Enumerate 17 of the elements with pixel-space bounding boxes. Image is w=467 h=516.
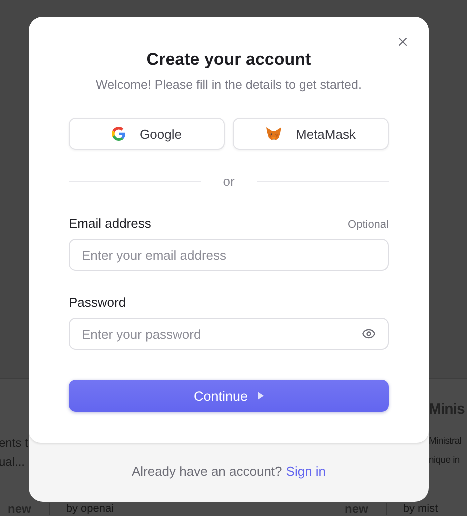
optional-hint: Optional bbox=[348, 219, 389, 231]
continue-button[interactable]: Continue bbox=[69, 380, 389, 412]
dialog-subtitle: Welcome! Please fill in the details to get started. bbox=[96, 78, 362, 92]
password-field[interactable]: Enter your password bbox=[69, 318, 389, 350]
google-logo-icon bbox=[112, 127, 126, 141]
dialog-title: Create your account bbox=[146, 50, 312, 70]
field-label: Email address bbox=[69, 216, 152, 231]
social-login-button[interactable]: MetaMask bbox=[233, 118, 389, 150]
social-login-button[interactable]: Google bbox=[69, 118, 225, 150]
sign-in-link[interactable]: Sign in bbox=[286, 464, 326, 479]
password-input[interactable]: Enter your password bbox=[82, 319, 362, 349]
play-icon bbox=[258, 392, 264, 400]
field-label: Password bbox=[69, 295, 126, 310]
fox-logo-icon bbox=[266, 127, 282, 141]
sign-in-prompt: Already have an account? bbox=[132, 464, 282, 479]
divider-label: or bbox=[223, 174, 235, 189]
show-password-icon[interactable] bbox=[362, 327, 376, 341]
